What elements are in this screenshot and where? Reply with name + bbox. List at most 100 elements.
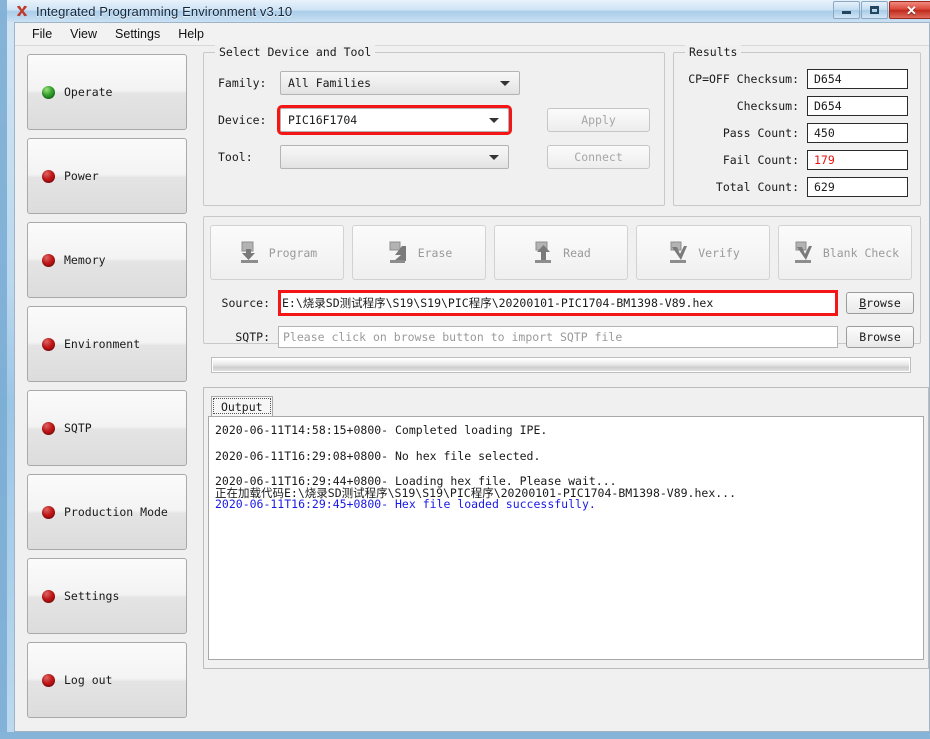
family-dropdown[interactable]: All Families	[280, 71, 520, 95]
device-label: Device:	[218, 113, 280, 127]
chip-up-arrow-icon	[531, 240, 557, 266]
sidebar-item-label: Operate	[64, 85, 112, 99]
cp-off-checksum-label: CP=OFF Checksum:	[688, 72, 799, 86]
source-value: E:\烧录SD测试程序\S19\S19\PIC程序\20200101-PIC17…	[282, 295, 713, 311]
result-row: Pass Count: 450	[682, 123, 908, 143]
device-row: Device: PIC16F1704 Apply	[218, 108, 650, 132]
log-line: 2020-06-11T14:58:15+0800- Completed load…	[215, 425, 917, 437]
chevron-down-icon	[489, 118, 499, 123]
select-device-and-tool-group: Select Device and Tool Family: All Famil…	[203, 52, 665, 206]
verify-label: Verify	[698, 246, 740, 260]
menu-file[interactable]: File	[23, 25, 61, 43]
menu-view[interactable]: View	[61, 25, 106, 43]
sidebar-item-operate[interactable]: Operate	[27, 54, 187, 130]
chevron-down-icon	[489, 155, 499, 160]
sidebar: Operate Power Memory Environment SQTP	[15, 46, 199, 731]
result-row: CP=OFF Checksum: D654	[682, 69, 908, 89]
browse-rest: rowse	[866, 296, 901, 310]
family-row: Family: All Families	[218, 71, 650, 95]
tool-label: Tool:	[218, 150, 280, 164]
application-window: Integrated Programming Environment v3.10…	[0, 0, 930, 739]
window-controls: ✕	[833, 1, 930, 19]
family-value: All Families	[288, 76, 371, 90]
program-label: Program	[269, 246, 317, 260]
tool-row: Tool: Connect	[218, 145, 650, 169]
verify-button[interactable]: Verify	[636, 225, 770, 280]
chip-check-icon	[666, 240, 692, 266]
status-indicator-icon	[42, 422, 55, 435]
source-row: Source: E:\烧录SD测试程序\S19\S19\PIC程序\202001…	[210, 290, 914, 316]
sidebar-item-label: Log out	[64, 673, 112, 687]
action-buttons-row: Program Erase	[210, 225, 914, 280]
sqtp-label: SQTP:	[210, 330, 278, 344]
sidebar-item-log-out[interactable]: Log out	[27, 642, 187, 718]
microchip-logo-icon	[14, 3, 30, 19]
tab-output[interactable]: Output	[211, 396, 273, 416]
status-indicator-icon	[42, 170, 55, 183]
sqtp-placeholder: Please click on browse button to import …	[283, 330, 622, 344]
results-group: Results CP=OFF Checksum: D654 Checksum: …	[673, 52, 921, 206]
result-row: Fail Count: 179	[682, 150, 908, 170]
status-indicator-icon	[42, 86, 55, 99]
main-content: Select Device and Tool Family: All Famil…	[199, 46, 930, 731]
sidebar-item-label: Settings	[64, 589, 119, 603]
sidebar-item-label: Memory	[64, 253, 106, 267]
sidebar-item-settings[interactable]: Settings	[27, 558, 187, 634]
window-title: Integrated Programming Environment v3.10	[36, 4, 292, 19]
output-log[interactable]: 2020-06-11T14:58:15+0800- Completed load…	[208, 416, 924, 660]
log-line: 2020-06-11T16:29:45+0800- Hex file loade…	[215, 499, 917, 511]
sidebar-item-label: Environment	[64, 337, 140, 351]
program-button[interactable]: Program	[210, 225, 344, 280]
status-indicator-icon	[42, 674, 55, 687]
cp-off-checksum-value: D654	[807, 69, 908, 89]
sidebar-item-production-mode[interactable]: Production Mode	[27, 474, 187, 550]
sidebar-item-sqtp[interactable]: SQTP	[27, 390, 187, 466]
sidebar-item-label: Production Mode	[64, 505, 168, 519]
pass-count-label: Pass Count:	[723, 126, 799, 140]
chip-down-arrow-icon	[237, 240, 263, 266]
actions-group: Program Erase	[203, 216, 921, 344]
sidebar-item-power[interactable]: Power	[27, 138, 187, 214]
read-button[interactable]: Read	[494, 225, 628, 280]
connect-button[interactable]: Connect	[547, 145, 650, 169]
close-icon: ✕	[906, 4, 917, 17]
erase-label: Erase	[418, 246, 453, 260]
menu-settings[interactable]: Settings	[106, 25, 169, 43]
close-button[interactable]: ✕	[889, 1, 930, 19]
sqtp-input[interactable]: Please click on browse button to import …	[278, 326, 838, 348]
fail-count-value: 179	[807, 150, 908, 170]
minimize-button[interactable]	[833, 1, 860, 19]
log-line: 2020-06-11T16:29:08+0800- No hex file se…	[215, 451, 917, 463]
source-label: Source:	[210, 296, 278, 310]
sidebar-item-label: SQTP	[64, 421, 92, 435]
erase-button[interactable]: Erase	[352, 225, 486, 280]
checksum-label: Checksum:	[737, 99, 799, 113]
chip-erase-icon	[386, 240, 412, 266]
menu-help[interactable]: Help	[169, 25, 213, 43]
fail-count-label: Fail Count:	[723, 153, 799, 167]
sqtp-row: SQTP: Please click on browse button to i…	[210, 326, 914, 348]
browse-mnemonic: B	[859, 296, 866, 310]
tab-strip: Output	[208, 394, 924, 416]
output-panel: Output 2020-06-11T14:58:15+0800- Complet…	[203, 387, 929, 669]
device-dropdown[interactable]: PIC16F1704	[280, 108, 509, 132]
result-row: Total Count: 629	[682, 177, 908, 197]
status-indicator-icon	[42, 254, 55, 267]
sidebar-item-label: Power	[64, 169, 99, 183]
menu-bar: File View Settings Help	[15, 23, 929, 46]
sqtp-browse-button[interactable]: Browse	[846, 326, 914, 348]
source-input[interactable]: E:\烧录SD测试程序\S19\S19\PIC程序\20200101-PIC17…	[278, 290, 838, 316]
apply-button[interactable]: Apply	[547, 108, 650, 132]
client-area: File View Settings Help Operate Power Me…	[14, 22, 930, 732]
maximize-button[interactable]	[861, 1, 888, 19]
tool-dropdown[interactable]	[280, 145, 509, 169]
body-split: Operate Power Memory Environment SQTP	[15, 46, 929, 731]
minimize-icon	[842, 11, 851, 14]
sidebar-item-environment[interactable]: Environment	[27, 306, 187, 382]
device-value: PIC16F1704	[288, 113, 357, 127]
sidebar-item-memory[interactable]: Memory	[27, 222, 187, 298]
blank-check-button[interactable]: Blank Check	[778, 225, 912, 280]
source-browse-button[interactable]: Browse	[846, 292, 914, 314]
progress-bar	[211, 357, 911, 373]
chevron-down-icon	[500, 81, 510, 86]
